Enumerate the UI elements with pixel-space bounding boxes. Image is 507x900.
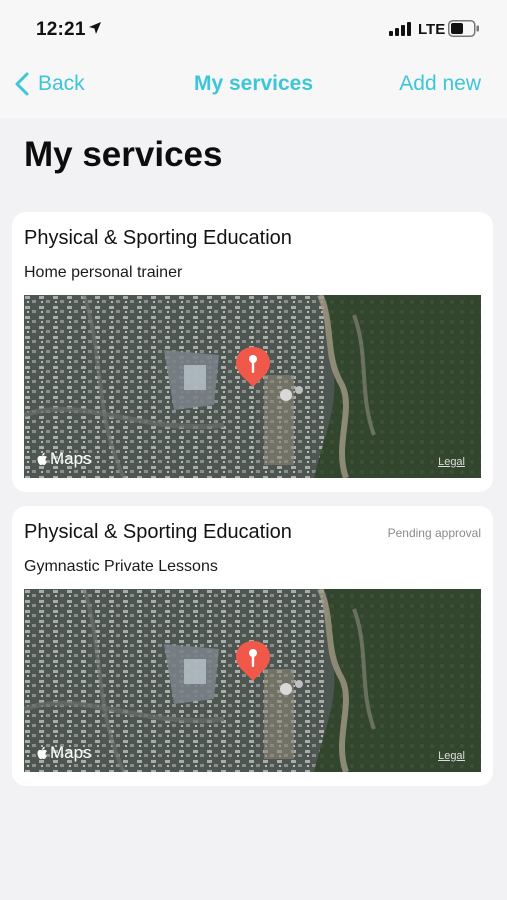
service-card[interactable]: Physical & Sporting Education Pending ap… <box>12 506 493 786</box>
service-name: Gymnastic Private Lessons <box>24 558 218 575</box>
add-new-button[interactable]: Add new <box>399 72 481 96</box>
status-time: 12:21 <box>36 19 86 40</box>
maps-logo: Maps <box>36 449 92 469</box>
legal-link[interactable]: Legal <box>438 456 465 468</box>
map-pin-icon[interactable] <box>234 345 272 389</box>
network-type: LTE <box>418 21 446 38</box>
apple-icon <box>37 746 47 759</box>
maps-logo-text: Maps <box>50 449 92 468</box>
status-badge: Pending approval <box>387 526 481 540</box>
legal-link[interactable]: Legal <box>438 750 465 762</box>
service-category: Physical & Sporting Education <box>24 227 292 249</box>
service-map[interactable]: Maps Legal <box>24 589 481 772</box>
battery-icon <box>448 20 479 37</box>
maps-logo: Maps <box>36 743 92 763</box>
service-map[interactable]: Maps Legal <box>24 295 481 478</box>
location-arrow-icon <box>89 22 101 34</box>
apple-icon <box>37 452 47 465</box>
status-bar: 12:21 LTE <box>0 0 507 58</box>
service-name: Home personal trainer <box>24 264 183 281</box>
map-pin-icon[interactable] <box>234 639 272 683</box>
page-title: My services <box>24 135 223 174</box>
service-category: Physical & Sporting Education <box>24 521 292 543</box>
maps-logo-text: Maps <box>50 743 92 762</box>
signal-icon <box>389 22 411 36</box>
navigation-bar: Back My services Add new <box>0 58 507 118</box>
service-card[interactable]: Physical & Sporting Education Home perso… <box>12 212 493 492</box>
